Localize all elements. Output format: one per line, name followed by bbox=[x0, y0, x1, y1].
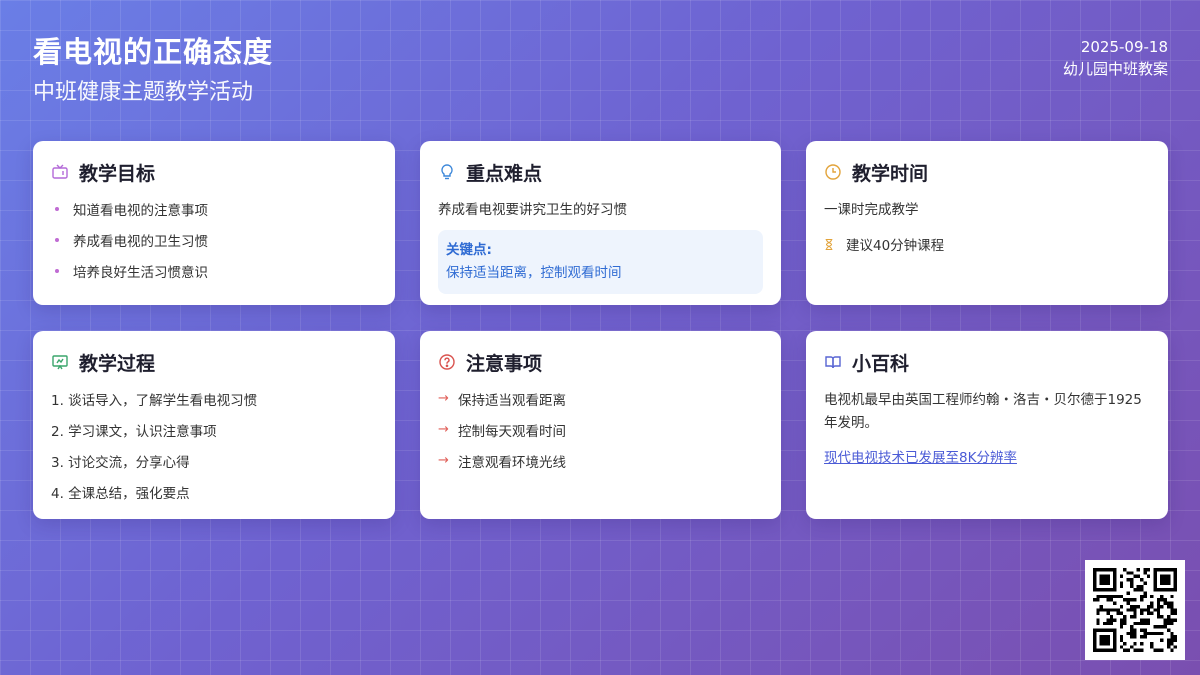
card-title: 注意事项 bbox=[466, 352, 543, 375]
arrow-right-icon: → bbox=[438, 453, 449, 468]
time-suggestion: 建议40分钟课程 bbox=[824, 233, 1150, 255]
hourglass-icon bbox=[824, 238, 836, 251]
list-item: 知道看电视的注意事项 bbox=[51, 193, 377, 224]
lightbulb-icon bbox=[438, 163, 456, 181]
list-item-text: 保持适当观看距离 bbox=[458, 392, 566, 409]
arrow-right-icon: → bbox=[438, 422, 449, 437]
encyclopedia-link[interactable]: 现代电视技术已发展至8K分辨率 bbox=[824, 447, 1017, 469]
card-body: 一课时完成教学 建议40分钟课程 bbox=[824, 199, 1150, 255]
list-item-text: 养成看电视的卫生习惯 bbox=[73, 233, 208, 250]
list-item: 培养良好生活习惯意识 bbox=[51, 255, 377, 286]
list-item: 养成看电视的卫生习惯 bbox=[51, 224, 377, 255]
card-precautions: 注意事项 → 保持适当观看距离 → 控制每天观看时间 → 注意观看环境光线 bbox=[420, 331, 781, 519]
card-title: 重点难点 bbox=[466, 162, 543, 185]
qr-code-image bbox=[1093, 568, 1177, 652]
list-item: 4. 全课总结，强化要点 bbox=[51, 485, 190, 502]
page-header: 看电视的正确态度 中班健康主题教学活动 bbox=[33, 34, 273, 108]
presentation-icon bbox=[51, 353, 69, 371]
date-label: 2025-09-18 bbox=[1080, 38, 1168, 56]
card-header: 教学时间 bbox=[824, 159, 1150, 185]
card-body: 电视机最早由英国工程师约翰・洛吉・贝尔德于1925年发明。 现代电视技术已发展至… bbox=[824, 389, 1150, 469]
time-suggestion-text: 建议40分钟课程 bbox=[846, 238, 945, 254]
card-body: 养成看电视要讲究卫生的好习惯 关键点: 保持适当距离，控制观看时间 bbox=[438, 199, 763, 294]
list-item-text: 注意观看环境光线 bbox=[458, 454, 566, 471]
list-item: 2. 学习课文，认识注意事项 bbox=[51, 423, 217, 440]
page-meta: 2025-09-18 幼儿园中班教案 bbox=[1063, 36, 1168, 80]
precautions-list: → 保持适当观看距离 → 控制每天观看时间 → 注意观看环境光线 bbox=[438, 383, 763, 476]
list-item: → 保持适当观看距离 bbox=[438, 383, 763, 414]
card-header: 重点难点 bbox=[438, 159, 763, 185]
card-title: 教学过程 bbox=[79, 352, 156, 375]
bullet-icon bbox=[55, 237, 59, 242]
page-subtitle: 中班健康主题教学活动 bbox=[33, 80, 254, 105]
page-title: 看电视的正确态度 bbox=[33, 35, 274, 69]
card-header: 教学目标 bbox=[51, 159, 377, 185]
bullet-icon bbox=[55, 206, 59, 211]
card-header: 注意事项 bbox=[438, 349, 763, 375]
card-header: 小百科 bbox=[824, 349, 1150, 375]
list-item: → 控制每天观看时间 bbox=[438, 414, 763, 445]
list-item: 1. 谈话导入，了解学生看电视习惯 bbox=[51, 392, 258, 409]
goals-list: 知道看电视的注意事项 养成看电视的卫生习惯 培养良好生活习惯意识 bbox=[51, 193, 377, 286]
card-encyclopedia: 小百科 电视机最早由英国工程师约翰・洛吉・贝尔德于1925年发明。 现代电视技术… bbox=[806, 331, 1168, 519]
card-header: 教学过程 bbox=[51, 349, 377, 375]
card-teaching-process: 教学过程 1. 谈话导入，了解学生看电视习惯 2. 学习课文，认识注意事项 3.… bbox=[33, 331, 395, 519]
arrow-right-icon: → bbox=[438, 391, 449, 406]
list-item: 3. 讨论交流，分享心得 bbox=[51, 454, 190, 471]
tv-icon bbox=[51, 163, 69, 181]
key-point-label: 关键点: bbox=[446, 242, 492, 258]
list-item: → 注意观看环境光线 bbox=[438, 445, 763, 476]
card-title: 教学时间 bbox=[852, 162, 929, 185]
key-points-text: 养成看电视要讲究卫生的好习惯 bbox=[438, 202, 627, 218]
bullet-icon bbox=[55, 268, 59, 273]
card-teaching-time: 教学时间 一课时完成教学 建议40分钟课程 bbox=[806, 141, 1168, 305]
doc-type-label: 幼儿园中班教案 bbox=[1062, 60, 1168, 78]
card-teaching-goals: 教学目标 知道看电视的注意事项 养成看电视的卫生习惯 培养良好生活习惯意识 bbox=[33, 141, 395, 305]
list-item-text: 培养良好生活习惯意识 bbox=[73, 264, 208, 281]
list-item-text: 知道看电视的注意事项 bbox=[73, 202, 208, 219]
list-item-text: 控制每天观看时间 bbox=[458, 423, 566, 440]
clock-icon bbox=[824, 163, 842, 181]
card-title: 小百科 bbox=[852, 352, 910, 375]
card-key-points: 重点难点 养成看电视要讲究卫生的好习惯 关键点: 保持适当距离，控制观看时间 bbox=[420, 141, 781, 305]
card-title: 教学目标 bbox=[79, 162, 156, 185]
question-circle-icon bbox=[438, 353, 456, 371]
time-text: 一课时完成教学 bbox=[824, 202, 919, 218]
key-point-box: 关键点: 保持适当距离，控制观看时间 bbox=[438, 230, 763, 294]
key-point-text: 保持适当距离，控制观看时间 bbox=[446, 265, 622, 281]
qr-code bbox=[1085, 560, 1185, 660]
book-icon bbox=[824, 353, 842, 371]
process-steps: 1. 谈话导入，了解学生看电视习惯 2. 学习课文，认识注意事项 3. 讨论交流… bbox=[51, 383, 377, 507]
encyclopedia-text: 电视机最早由英国工程师约翰・洛吉・贝尔德于1925年发明。 bbox=[824, 392, 1142, 431]
